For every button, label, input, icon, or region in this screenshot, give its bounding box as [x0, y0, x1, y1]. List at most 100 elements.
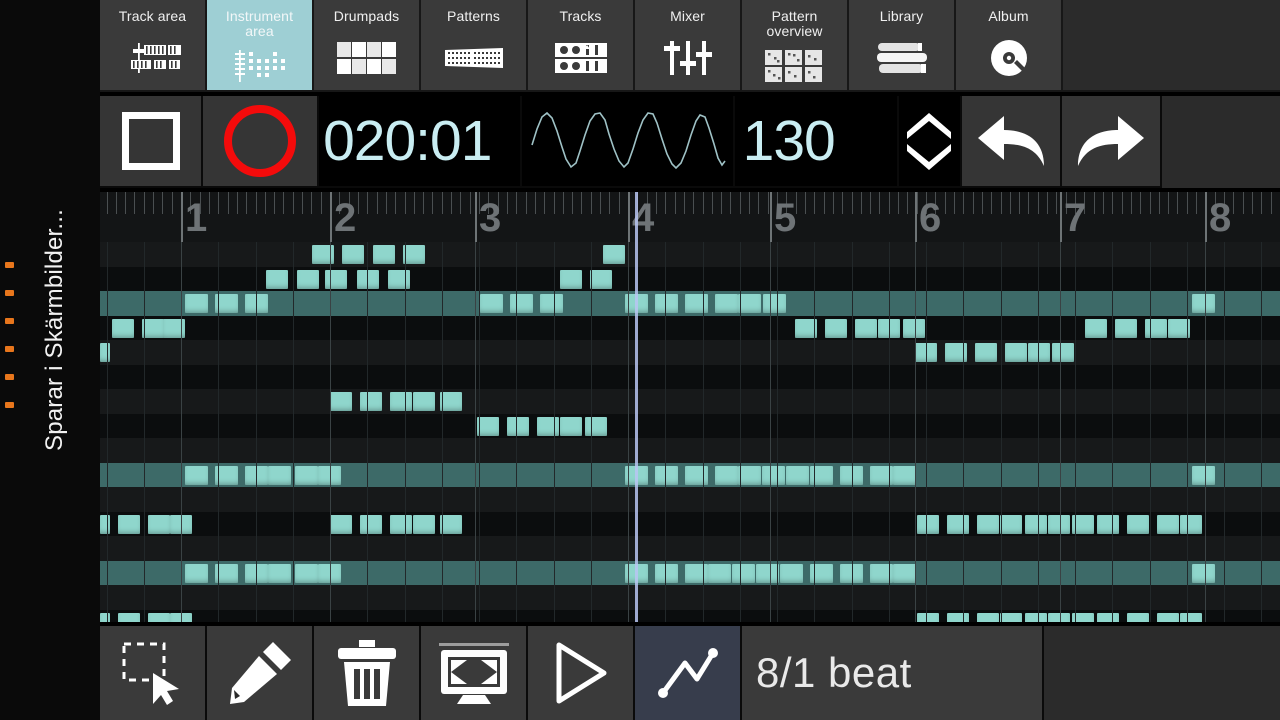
tab-drumpads[interactable]: Drumpads: [314, 0, 419, 90]
note-block[interactable]: [603, 245, 625, 264]
note-block[interactable]: [1157, 514, 1179, 534]
note-block[interactable]: [975, 343, 997, 362]
note-block[interactable]: [360, 514, 382, 534]
note-block[interactable]: [245, 294, 268, 313]
note-block[interactable]: [388, 269, 410, 289]
note-block[interactable]: [100, 514, 110, 534]
note-block[interactable]: [655, 465, 678, 485]
note-block[interactable]: [1180, 612, 1202, 622]
note-block[interactable]: [118, 514, 140, 534]
note-block[interactable]: [185, 563, 208, 583]
note-block[interactable]: [977, 514, 999, 534]
note-block[interactable]: [590, 269, 612, 289]
note-block[interactable]: [342, 245, 364, 264]
note-block[interactable]: [245, 465, 268, 485]
select-tool-button[interactable]: [100, 626, 205, 720]
note-block[interactable]: [903, 318, 925, 338]
play-tool-button[interactable]: [528, 626, 633, 720]
note-block[interactable]: [325, 269, 347, 289]
note-block[interactable]: [786, 465, 809, 485]
note-block[interactable]: [1048, 514, 1070, 534]
tab-patterns[interactable]: Patterns: [421, 0, 526, 90]
note-block[interactable]: [1052, 343, 1074, 362]
note-block[interactable]: [917, 514, 939, 534]
note-block[interactable]: [330, 392, 352, 411]
note-row[interactable]: [100, 242, 1280, 267]
waveform-display[interactable]: [522, 96, 733, 186]
note-block[interactable]: [413, 514, 435, 534]
note-block[interactable]: [685, 465, 708, 485]
note-block[interactable]: [825, 318, 847, 338]
note-block[interactable]: [330, 514, 352, 534]
note-block[interactable]: [585, 416, 607, 436]
note-block[interactable]: [268, 563, 291, 583]
note-block[interactable]: [685, 294, 708, 313]
playhead[interactable]: [635, 192, 638, 622]
stop-button[interactable]: [100, 96, 202, 186]
tab-instrument-area[interactable]: Instrument area: [207, 0, 312, 90]
note-block[interactable]: [655, 563, 678, 583]
note-block[interactable]: [1127, 612, 1149, 622]
note-block[interactable]: [373, 245, 395, 264]
note-block[interactable]: [148, 514, 170, 534]
undo-button[interactable]: [961, 96, 1060, 186]
note-block[interactable]: [142, 318, 164, 338]
note-rows[interactable]: [100, 242, 1280, 622]
note-block[interactable]: [1192, 465, 1215, 485]
note-row[interactable]: [100, 438, 1280, 463]
note-block[interactable]: [780, 563, 803, 583]
piano-roll-grid[interactable]: 1 2 3 4 5 6 7 8: [100, 192, 1280, 622]
note-block[interactable]: [708, 563, 731, 583]
note-block[interactable]: [413, 392, 435, 411]
note-block[interactable]: [266, 269, 288, 289]
note-row[interactable]: [100, 364, 1280, 389]
tab-tracks[interactable]: Tracks: [528, 0, 633, 90]
note-block[interactable]: [440, 514, 462, 534]
note-block[interactable]: [1085, 318, 1107, 338]
note-block[interactable]: [185, 465, 208, 485]
note-block[interactable]: [1005, 343, 1027, 362]
note-block[interactable]: [893, 563, 916, 583]
note-block[interactable]: [1192, 563, 1215, 583]
note-block[interactable]: [1192, 294, 1215, 313]
note-block[interactable]: [685, 563, 708, 583]
note-row[interactable]: [100, 389, 1280, 414]
bpm-display[interactable]: 130: [734, 96, 897, 186]
beat-grid-selector[interactable]: 8/1 beat: [742, 626, 1042, 720]
note-block[interactable]: [977, 612, 999, 622]
bar-ruler[interactable]: 1 2 3 4 5 6 7 8: [100, 192, 1280, 242]
note-block[interactable]: [715, 465, 738, 485]
note-block[interactable]: [1115, 318, 1137, 338]
note-block[interactable]: [295, 465, 318, 485]
note-block[interactable]: [715, 294, 738, 313]
draw-tool-button[interactable]: [207, 626, 312, 720]
note-block[interactable]: [1145, 318, 1167, 338]
bpm-spinner[interactable]: [898, 96, 960, 186]
note-block[interactable]: [507, 416, 529, 436]
delete-tool-button[interactable]: [314, 626, 419, 720]
note-block[interactable]: [560, 416, 582, 436]
note-block[interactable]: [855, 318, 877, 338]
note-row[interactable]: [100, 536, 1280, 561]
note-block[interactable]: [390, 392, 412, 411]
note-block[interactable]: [947, 612, 969, 622]
note-block[interactable]: [560, 269, 582, 289]
note-block[interactable]: [510, 294, 533, 313]
tab-library[interactable]: Library: [849, 0, 954, 90]
note-block[interactable]: [655, 294, 678, 313]
note-block[interactable]: [268, 465, 291, 485]
redo-button[interactable]: [1061, 96, 1161, 186]
note-block[interactable]: [1097, 514, 1119, 534]
note-row[interactable]: [100, 413, 1280, 438]
automation-tool-button[interactable]: [635, 626, 740, 720]
record-button[interactable]: [203, 96, 318, 186]
note-block[interactable]: [893, 465, 916, 485]
chevron-down-icon[interactable]: [904, 143, 954, 173]
note-block[interactable]: [390, 514, 412, 534]
note-row[interactable]: [100, 487, 1280, 512]
note-block[interactable]: [295, 563, 318, 583]
tab-mixer[interactable]: Mixer: [635, 0, 740, 90]
note-block[interactable]: [1025, 514, 1047, 534]
note-block[interactable]: [947, 514, 969, 534]
note-block[interactable]: [763, 294, 786, 313]
